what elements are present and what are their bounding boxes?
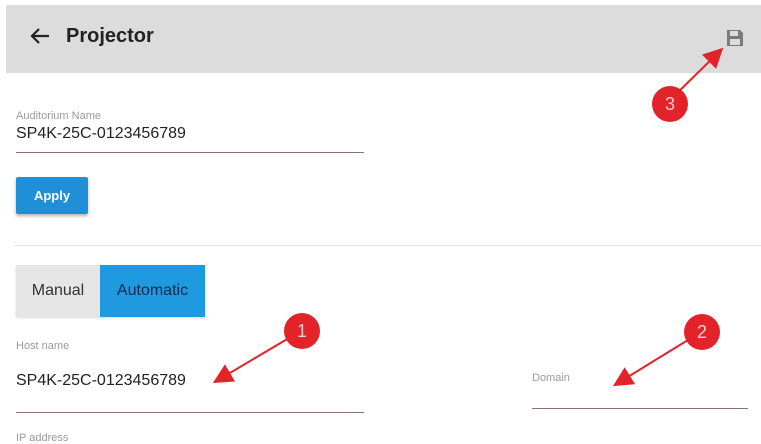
callout-1-arrow	[212, 337, 290, 384]
callout-badge-3: 3	[652, 86, 688, 122]
annotation-arrows	[212, 47, 724, 387]
callout-2-arrow	[612, 339, 689, 387]
callout-badge-1: 1	[284, 313, 320, 349]
callout-badge-2: 2	[684, 314, 720, 350]
